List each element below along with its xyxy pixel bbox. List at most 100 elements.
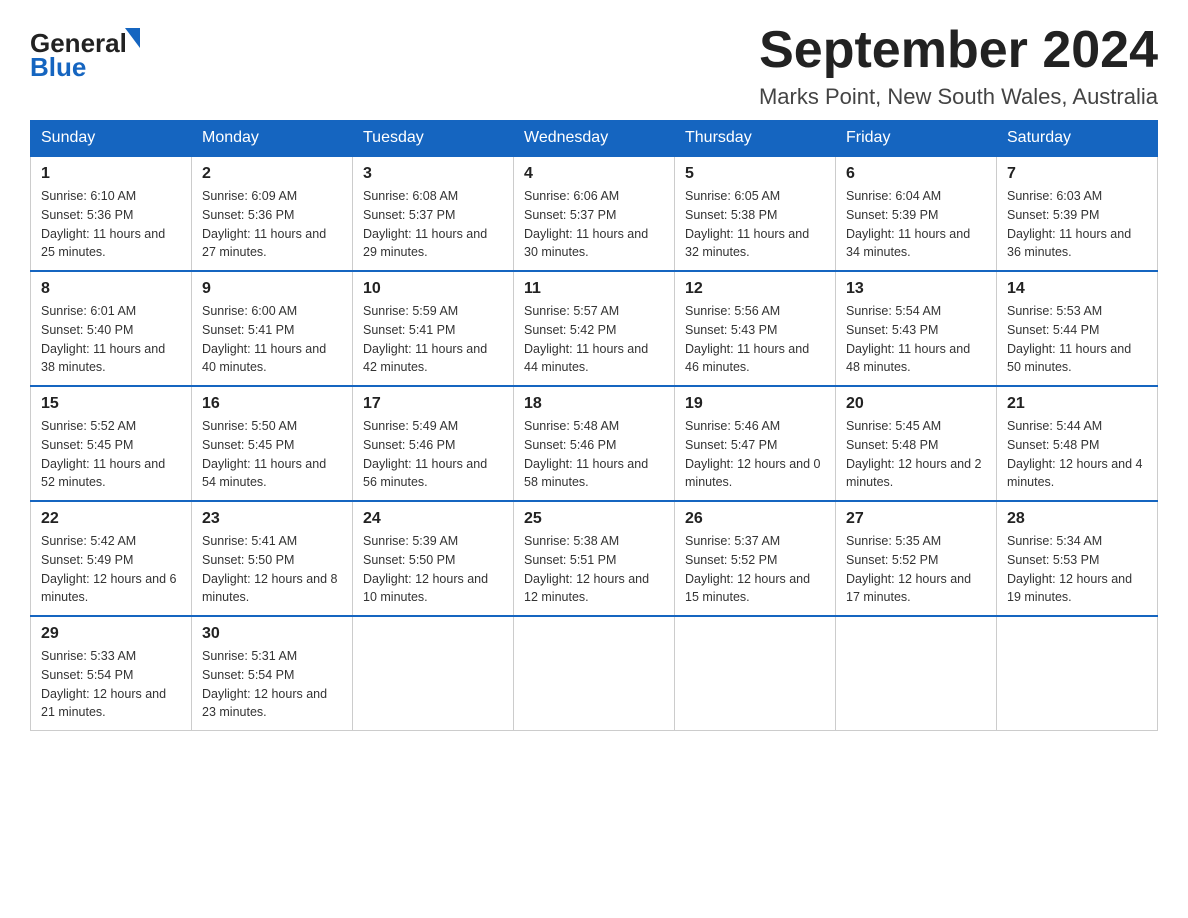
day-info: Sunrise: 5:46 AMSunset: 5:47 PMDaylight:… [685,417,825,492]
calendar-cell: 22Sunrise: 5:42 AMSunset: 5:49 PMDayligh… [31,501,192,616]
calendar-cell: 7 Sunrise: 6:03 AMSunset: 5:39 PMDaylight… [997,156,1158,271]
calendar-cell [836,616,997,731]
day-info: Sunrise: 5:37 AMSunset: 5:52 PMDaylight:… [685,532,825,607]
day-info: Sunrise: 6:04 AMSunset: 5:39 PMDaylight:… [846,187,986,262]
calendar-cell: 14 Sunrise: 5:53 AMSunset: 5:44 PMDayligh… [997,271,1158,386]
calendar-cell: 16 Sunrise: 5:50 AMSunset: 5:45 PMDayligh… [192,386,353,501]
day-info: Sunrise: 5:56 AMSunset: 5:43 PMDaylight:… [685,302,825,377]
day-number: 14 [1007,280,1147,298]
day-info: Sunrise: 6:09 AMSunset: 5:36 PMDaylight:… [202,187,342,262]
calendar-cell: 27Sunrise: 5:35 AMSunset: 5:52 PMDayligh… [836,501,997,616]
day-info: Sunrise: 6:08 AMSunset: 5:37 PMDaylight:… [363,187,503,262]
calendar-cell: 15 Sunrise: 5:52 AMSunset: 5:45 PMDayligh… [31,386,192,501]
calendar-cell [514,616,675,731]
day-number: 4 [524,165,664,183]
weekday-header-row: SundayMondayTuesdayWednesdayThursdayFrid… [31,121,1158,157]
day-info: Sunrise: 5:50 AMSunset: 5:45 PMDaylight:… [202,417,342,492]
calendar-cell [353,616,514,731]
title-area: September 2024 Marks Point, New South Wa… [759,20,1158,110]
day-number: 13 [846,280,986,298]
weekday-header-thursday: Thursday [675,121,836,157]
calendar-cell: 4Sunrise: 6:06 AMSunset: 5:37 PMDaylight… [514,156,675,271]
calendar-cell: 9 Sunrise: 6:00 AMSunset: 5:41 PMDaylight… [192,271,353,386]
day-info: Sunrise: 5:57 AMSunset: 5:42 PMDaylight:… [524,302,664,377]
day-number: 7 [1007,165,1147,183]
page-header: General Blue September 2024 Marks Point,… [30,20,1158,110]
calendar-cell: 28 Sunrise: 5:34 AMSunset: 5:53 PMDayligh… [997,501,1158,616]
day-number: 24 [363,510,503,528]
calendar-cell: 25 Sunrise: 5:38 AMSunset: 5:51 PMDayligh… [514,501,675,616]
calendar-cell: 8 Sunrise: 6:01 AMSunset: 5:40 PMDaylight… [31,271,192,386]
day-number: 17 [363,395,503,413]
month-title: September 2024 [759,20,1158,80]
day-number: 28 [1007,510,1147,528]
day-number: 2 [202,165,342,183]
day-number: 8 [41,280,181,298]
calendar-week-row: 29Sunrise: 5:33 AMSunset: 5:54 PMDayligh… [31,616,1158,731]
day-info: Sunrise: 5:41 AMSunset: 5:50 PMDaylight:… [202,532,342,607]
calendar-cell: 6 Sunrise: 6:04 AMSunset: 5:39 PMDaylight… [836,156,997,271]
calendar-cell: 10 Sunrise: 5:59 AMSunset: 5:41 PMDayligh… [353,271,514,386]
day-info: Sunrise: 5:34 AMSunset: 5:53 PMDaylight:… [1007,532,1147,607]
calendar-cell [675,616,836,731]
calendar-cell: 12 Sunrise: 5:56 AMSunset: 5:43 PMDayligh… [675,271,836,386]
calendar-cell: 17 Sunrise: 5:49 AMSunset: 5:46 PMDayligh… [353,386,514,501]
day-info: Sunrise: 5:49 AMSunset: 5:46 PMDaylight:… [363,417,503,492]
day-info: Sunrise: 5:53 AMSunset: 5:44 PMDaylight:… [1007,302,1147,377]
calendar-week-row: 22Sunrise: 5:42 AMSunset: 5:49 PMDayligh… [31,501,1158,616]
calendar-cell: 1 Sunrise: 6:10 AMSunset: 5:36 PMDaylight… [31,156,192,271]
day-number: 21 [1007,395,1147,413]
day-number: 18 [524,395,664,413]
day-number: 30 [202,625,342,643]
day-info: Sunrise: 5:48 AMSunset: 5:46 PMDaylight:… [524,417,664,492]
day-info: Sunrise: 5:54 AMSunset: 5:43 PMDaylight:… [846,302,986,377]
calendar-cell: 2 Sunrise: 6:09 AMSunset: 5:36 PMDaylight… [192,156,353,271]
logo-svg: General Blue [30,20,160,80]
day-info: Sunrise: 5:38 AMSunset: 5:51 PMDaylight:… [524,532,664,607]
weekday-header-saturday: Saturday [997,121,1158,157]
svg-text:Blue: Blue [30,52,86,80]
day-info: Sunrise: 6:01 AMSunset: 5:40 PMDaylight:… [41,302,181,377]
day-number: 10 [363,280,503,298]
calendar-cell: 20 Sunrise: 5:45 AMSunset: 5:48 PMDayligh… [836,386,997,501]
day-info: Sunrise: 5:35 AMSunset: 5:52 PMDaylight:… [846,532,986,607]
calendar-cell: 11 Sunrise: 5:57 AMSunset: 5:42 PMDayligh… [514,271,675,386]
day-number: 19 [685,395,825,413]
day-info: Sunrise: 5:59 AMSunset: 5:41 PMDaylight:… [363,302,503,377]
day-number: 12 [685,280,825,298]
day-info: Sunrise: 5:45 AMSunset: 5:48 PMDaylight:… [846,417,986,492]
calendar-cell [997,616,1158,731]
day-number: 9 [202,280,342,298]
calendar-cell: 21Sunrise: 5:44 AMSunset: 5:48 PMDayligh… [997,386,1158,501]
day-info: Sunrise: 5:33 AMSunset: 5:54 PMDaylight:… [41,647,181,722]
day-info: Sunrise: 5:52 AMSunset: 5:45 PMDaylight:… [41,417,181,492]
day-info: Sunrise: 5:39 AMSunset: 5:50 PMDaylight:… [363,532,503,607]
day-number: 1 [41,165,181,183]
day-number: 11 [524,280,664,298]
weekday-header-monday: Monday [192,121,353,157]
calendar-cell: 23 Sunrise: 5:41 AMSunset: 5:50 PMDayligh… [192,501,353,616]
day-info: Sunrise: 6:05 AMSunset: 5:38 PMDaylight:… [685,187,825,262]
day-number: 25 [524,510,664,528]
day-number: 20 [846,395,986,413]
calendar-cell: 19 Sunrise: 5:46 AMSunset: 5:47 PMDayligh… [675,386,836,501]
day-info: Sunrise: 5:42 AMSunset: 5:49 PMDaylight:… [41,532,181,607]
day-info: Sunrise: 6:00 AMSunset: 5:41 PMDaylight:… [202,302,342,377]
calendar-cell: 13 Sunrise: 5:54 AMSunset: 5:43 PMDayligh… [836,271,997,386]
calendar-week-row: 8 Sunrise: 6:01 AMSunset: 5:40 PMDaylight… [31,271,1158,386]
weekday-header-sunday: Sunday [31,121,192,157]
calendar-cell: 26Sunrise: 5:37 AMSunset: 5:52 PMDayligh… [675,501,836,616]
day-info: Sunrise: 6:03 AMSunset: 5:39 PMDaylight:… [1007,187,1147,262]
location-title: Marks Point, New South Wales, Australia [759,84,1158,110]
day-number: 15 [41,395,181,413]
calendar-cell: 18 Sunrise: 5:48 AMSunset: 5:46 PMDayligh… [514,386,675,501]
day-number: 6 [846,165,986,183]
day-info: Sunrise: 6:10 AMSunset: 5:36 PMDaylight:… [41,187,181,262]
day-number: 23 [202,510,342,528]
day-number: 16 [202,395,342,413]
logo: General Blue [30,20,160,80]
calendar-cell: 29Sunrise: 5:33 AMSunset: 5:54 PMDayligh… [31,616,192,731]
calendar-cell: 5Sunrise: 6:05 AMSunset: 5:38 PMDaylight… [675,156,836,271]
calendar-table: SundayMondayTuesdayWednesdayThursdayFrid… [30,120,1158,731]
day-number: 3 [363,165,503,183]
